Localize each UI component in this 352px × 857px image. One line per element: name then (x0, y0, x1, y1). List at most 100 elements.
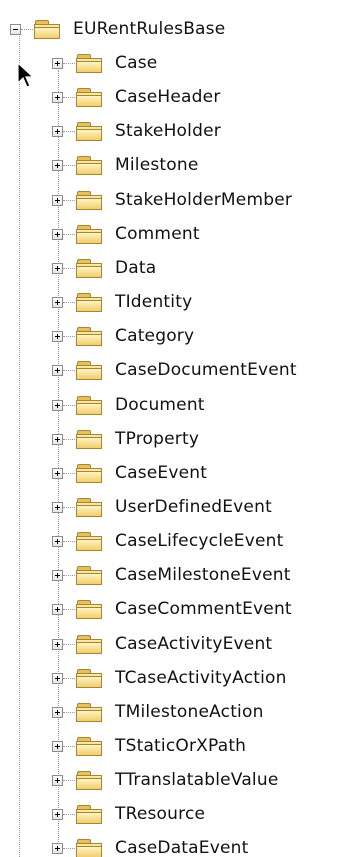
expand-icon[interactable] (52, 228, 63, 240)
tree-node[interactable]: CaseDataEvent (52, 831, 249, 857)
tree-node-label[interactable]: TIdentity (115, 292, 192, 312)
expand-icon[interactable] (52, 638, 63, 650)
folder-icon (75, 736, 104, 757)
tree-node-label[interactable]: Data (115, 258, 156, 278)
tree-node-label[interactable]: Comment (115, 224, 200, 244)
expand-icon[interactable] (52, 706, 63, 718)
tree-connector-line (63, 847, 75, 849)
tree-node-label[interactable]: Case (115, 53, 157, 73)
tree-node[interactable]: TCaseActivityAction (52, 661, 287, 695)
expand-icon[interactable] (52, 535, 63, 547)
tree-connector-line (63, 540, 75, 542)
expand-icon[interactable] (52, 672, 63, 684)
expand-icon[interactable] (52, 262, 63, 274)
folder-icon (75, 429, 104, 450)
tree-connector-line (63, 643, 75, 645)
tree-node[interactable]: Case (52, 46, 157, 80)
expand-icon[interactable] (52, 603, 63, 615)
tree-node[interactable]: TMilestoneAction (52, 695, 264, 729)
folder-icon (75, 292, 104, 313)
expand-icon[interactable] (52, 433, 63, 445)
expand-icon[interactable] (52, 91, 63, 103)
tree-node[interactable]: Data (52, 251, 156, 285)
tree-node-label[interactable]: TResource (115, 804, 205, 824)
tree-node[interactable]: StakeHolderMember (52, 183, 292, 217)
tree-node-label[interactable]: Category (115, 326, 194, 346)
tree-node-label[interactable]: CaseEvent (115, 463, 207, 483)
expand-icon[interactable] (52, 569, 63, 581)
tree-node-label[interactable]: StakeHolderMember (115, 190, 292, 210)
folder-icon (75, 326, 104, 347)
expand-icon[interactable] (52, 330, 63, 342)
tree-node[interactable]: Category (52, 319, 194, 353)
tree-connector-line (63, 813, 75, 815)
tree-node[interactable]: TStaticOrXPath (52, 729, 246, 763)
expand-icon[interactable] (52, 808, 63, 820)
folder-icon (75, 770, 104, 791)
tree-node-label[interactable]: CaseActivityEvent (115, 634, 272, 654)
tree-connector-line (63, 164, 75, 166)
tree-node[interactable]: CaseEvent (52, 456, 207, 490)
expand-icon[interactable] (52, 296, 63, 308)
tree-connector-line (63, 779, 75, 781)
tree-node-label[interactable]: UserDefinedEvent (115, 497, 272, 517)
tree-node-label[interactable]: Milestone (115, 155, 199, 175)
tree-connector-line (63, 574, 75, 576)
folder-icon (75, 121, 104, 142)
tree-connector-line (63, 711, 75, 713)
tree-node-label[interactable]: TProperty (115, 429, 199, 449)
tree-node-label[interactable]: TCaseActivityAction (115, 668, 287, 688)
folder-icon (75, 190, 104, 211)
tree-node-label[interactable]: TStaticOrXPath (115, 736, 246, 756)
expand-icon[interactable] (52, 740, 63, 752)
tree-node[interactable]: Comment (52, 217, 200, 251)
folder-icon (75, 599, 104, 620)
expand-icon[interactable] (52, 159, 63, 171)
tree-connector-line (63, 472, 75, 474)
folder-icon (75, 224, 104, 245)
tree-node[interactable]: TTranslatableValue (52, 763, 279, 797)
tree-node[interactable]: StakeHolder (52, 114, 221, 148)
expand-icon[interactable] (52, 842, 63, 854)
tree-node-label[interactable]: CaseCommentEvent (115, 599, 292, 619)
tree-node-label[interactable]: TMilestoneAction (115, 702, 264, 722)
tree-node[interactable]: CaseActivityEvent (52, 627, 272, 661)
expand-icon[interactable] (52, 501, 63, 513)
tree-node[interactable]: TResource (52, 797, 205, 831)
folder-icon (75, 804, 104, 825)
expand-icon[interactable] (52, 364, 63, 376)
expand-icon[interactable] (52, 194, 63, 206)
tree-node-label[interactable]: CaseMilestoneEvent (115, 565, 291, 585)
tree-node-label[interactable]: CaseDocumentEvent (115, 360, 297, 380)
tree-node-label[interactable]: CaseLifecycleEvent (115, 531, 283, 551)
tree-node-label[interactable]: CaseDataEvent (115, 838, 249, 857)
tree-connector-line (63, 335, 75, 337)
expand-icon[interactable] (52, 57, 63, 69)
expand-icon[interactable] (52, 774, 63, 786)
tree-node-label[interactable]: StakeHolder (115, 121, 221, 141)
tree-node[interactable]: CaseLifecycleEvent (52, 524, 283, 558)
tree-node[interactable]: TIdentity (52, 285, 192, 319)
tree-node[interactable]: Document (52, 388, 205, 422)
tree-node[interactable]: UserDefinedEvent (52, 490, 272, 524)
expand-icon[interactable] (52, 125, 63, 137)
expand-icon[interactable] (52, 467, 63, 479)
tree-node[interactable]: CaseCommentEvent (52, 592, 292, 626)
tree-node[interactable]: CaseMilestoneEvent (52, 558, 291, 592)
folder-icon (75, 87, 104, 108)
tree-node-label[interactable]: TTranslatableValue (115, 770, 279, 790)
tree-connector-line (63, 199, 75, 201)
tree-node[interactable]: Milestone (52, 148, 199, 182)
tree-root-label[interactable]: EURentRulesBase (73, 19, 225, 39)
tree-connector-line (63, 404, 75, 406)
collapse-icon[interactable] (10, 23, 21, 35)
tree-root-node[interactable]: EURentRulesBase (10, 12, 225, 46)
tree-node-label[interactable]: Document (115, 395, 205, 415)
tree-node[interactable]: TProperty (52, 422, 199, 456)
folder-icon (75, 155, 104, 176)
expand-icon[interactable] (52, 399, 63, 411)
tree-connector-line (63, 301, 75, 303)
tree-node[interactable]: CaseHeader (52, 80, 221, 114)
tree-node[interactable]: CaseDocumentEvent (52, 353, 297, 387)
tree-node-label[interactable]: CaseHeader (115, 87, 221, 107)
